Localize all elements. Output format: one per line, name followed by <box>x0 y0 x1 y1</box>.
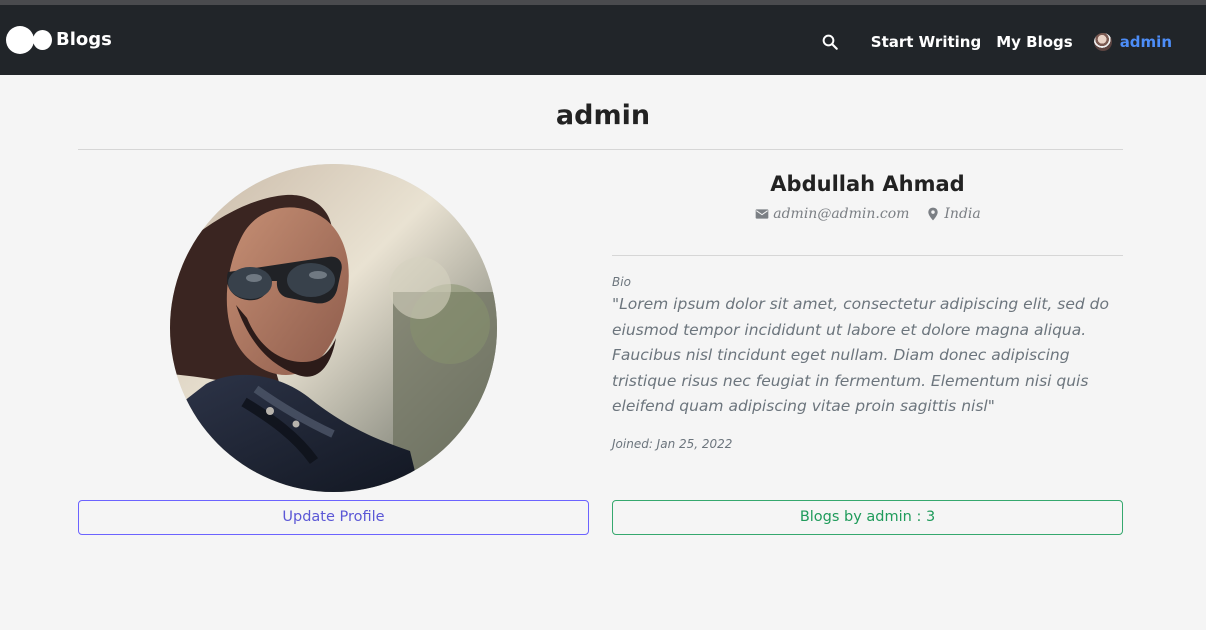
page-title: admin <box>555 100 651 131</box>
search-icon[interactable] <box>821 33 839 51</box>
profile-full-name: Abdullah Ahmad <box>770 172 965 196</box>
brand-name: Blogs <box>56 29 112 50</box>
title-divider <box>78 149 1123 150</box>
profile-meta: admin@admin.com India <box>612 206 1123 222</box>
my-blogs-link[interactable]: My Blogs <box>996 33 1072 51</box>
profile-photo <box>170 164 497 492</box>
brand-link[interactable]: Blogs <box>6 26 112 54</box>
map-pin-icon <box>928 207 939 221</box>
navbar-actions: Start Writing My Blogs admin <box>821 30 1172 54</box>
double-circle-logo-icon <box>6 26 52 54</box>
blogs-by-admin-button[interactable]: Blogs by admin : 3 <box>612 500 1123 535</box>
profile-location: India <box>944 206 981 222</box>
profile-email: admin@admin.com <box>773 206 910 222</box>
joined-date: Joined: Jan 25, 2022 <box>612 437 733 451</box>
profile-divider <box>612 255 1123 256</box>
update-profile-button[interactable]: Update Profile <box>78 500 589 535</box>
bio-text: "Lorem ipsum dolor sit amet, consectetur… <box>612 295 1109 415</box>
user-menu[interactable]: admin <box>1093 33 1172 51</box>
user-name-link[interactable]: admin <box>1120 33 1172 51</box>
email-meta: admin@admin.com <box>754 206 909 222</box>
envelope-icon <box>755 209 769 219</box>
location-meta: India <box>925 206 981 222</box>
user-avatar-icon <box>1093 33 1112 51</box>
top-navbar: Blogs Start Writing My Blogs admin <box>0 5 1206 75</box>
start-writing-link[interactable]: Start Writing <box>871 33 981 51</box>
bio-label: Bio <box>612 275 631 289</box>
